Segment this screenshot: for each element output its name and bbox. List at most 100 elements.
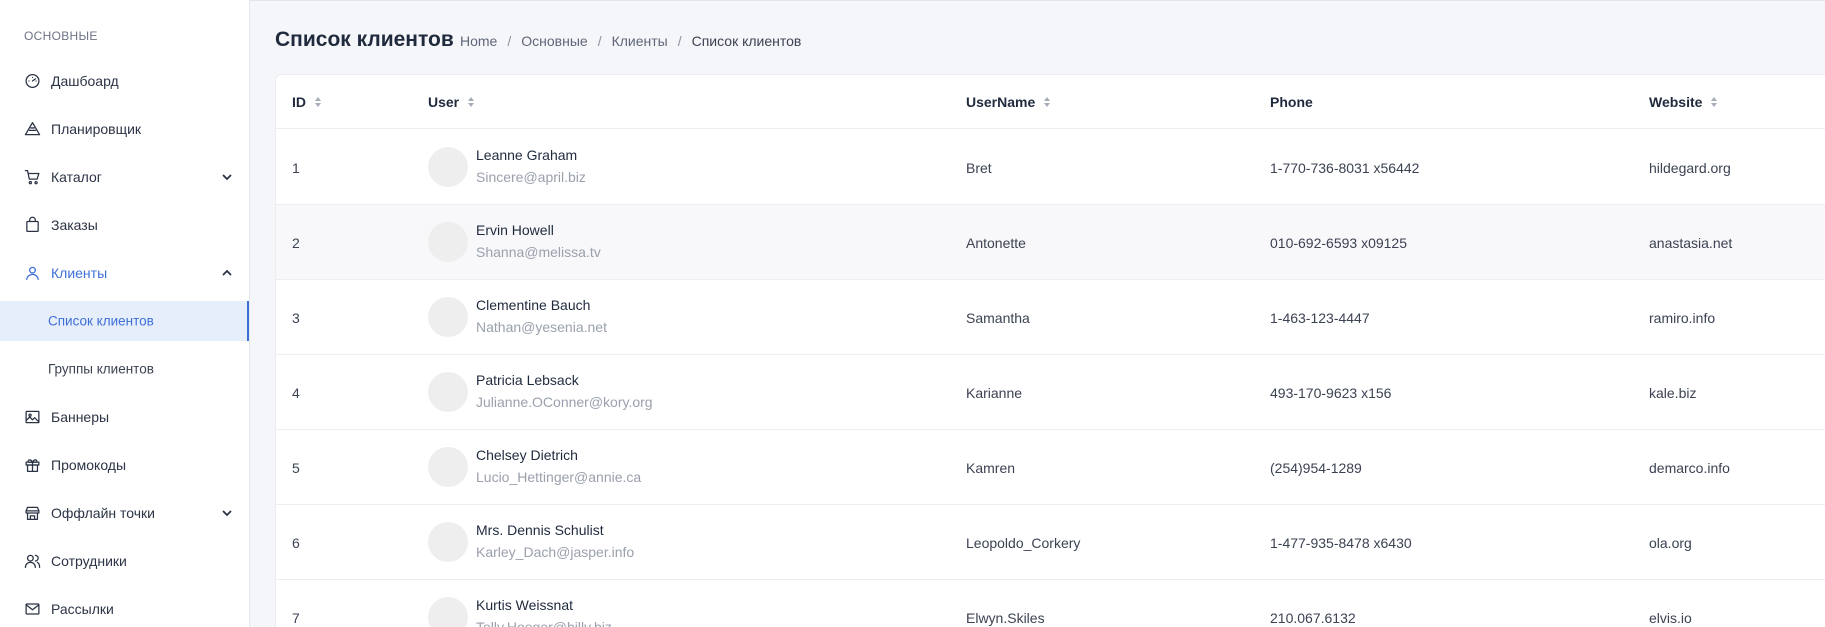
- table-row[interactable]: 5 Chelsey Dietrich Lucio_Hettinger@annie…: [276, 430, 1825, 505]
- column-header-website[interactable]: Website: [1649, 75, 1718, 129]
- gift-icon: [24, 457, 41, 474]
- user-name: Leanne Graham: [476, 147, 578, 163]
- sort-icon: [315, 97, 321, 107]
- column-header-label: Website: [1649, 94, 1703, 110]
- user-email: Shanna@melissa.tv: [476, 244, 601, 260]
- top-divider: [250, 0, 1825, 1]
- sidebar-item-label: Планировщик: [51, 121, 142, 137]
- breadcrumb: Home / Основные / Клиенты / Список клиен…: [460, 33, 801, 49]
- column-header-label: ID: [292, 94, 306, 110]
- table-row[interactable]: 7 Kurtis Weissnat Telly.Hoeger@billy.biz…: [276, 580, 1825, 627]
- avatar: [428, 147, 468, 187]
- sidebar-item-label: Оффлайн точки: [51, 505, 155, 521]
- chevron-down-icon: [221, 507, 233, 519]
- sidebar-item-banners[interactable]: Баннеры: [0, 395, 249, 439]
- clients-table: ID User UserName Phone Website 1 Leanne …: [275, 74, 1825, 627]
- column-header-user[interactable]: User: [428, 75, 475, 129]
- cell-username: Bret: [966, 159, 992, 176]
- cell-username: Samantha: [966, 309, 1030, 326]
- avatar: [428, 222, 468, 262]
- avatar: [428, 372, 468, 412]
- sidebar-item-promocodes[interactable]: Промокоды: [0, 443, 249, 487]
- sidebar-item-label: Клиенты: [51, 265, 108, 281]
- table-row[interactable]: 1 Leanne Graham Sincere@april.biz Bret 1…: [276, 130, 1825, 205]
- user-name: Patricia Lebsack: [476, 372, 579, 388]
- cell-username: Antonette: [966, 234, 1026, 251]
- column-header-label: User: [428, 94, 460, 110]
- user-icon: [24, 265, 41, 282]
- cell-id: 2: [292, 234, 300, 251]
- cell-phone: 1-463-123-4447: [1270, 309, 1370, 326]
- chevron-up-icon: [221, 267, 233, 279]
- sidebar-item-planner[interactable]: Планировщик: [0, 107, 249, 151]
- breadcrumb-separator: /: [677, 33, 682, 49]
- sidebar-item-dashboard[interactable]: Дашбоард: [0, 59, 249, 103]
- cell-id: 6: [292, 534, 300, 551]
- cell-username: Kamren: [966, 459, 1016, 476]
- avatar: [428, 597, 468, 627]
- sidebar-item-catalog[interactable]: Каталог: [0, 155, 249, 199]
- sidebar-item-orders[interactable]: Заказы: [0, 203, 249, 247]
- sidebar-item-offline-stores[interactable]: Оффлайн точки: [0, 491, 249, 535]
- sidebar-item-label: Дашбоард: [51, 73, 119, 89]
- sidebar-item-staff[interactable]: Сотрудники: [0, 539, 249, 583]
- table-row[interactable]: 6 Mrs. Dennis Schulist Karley_Dach@jaspe…: [276, 505, 1825, 580]
- sidebar-item-label: Заказы: [51, 217, 98, 233]
- cell-phone: 010-692-6593 x09125: [1270, 234, 1408, 251]
- sidebar-subitem-client-list[interactable]: Список клиентов: [0, 301, 249, 341]
- cell-website: demarco.info: [1649, 459, 1730, 476]
- user-name: Ervin Howell: [476, 222, 554, 238]
- sidebar-section-title: ОСНОВНЫЕ: [24, 29, 98, 43]
- sidebar-item-clients[interactable]: Клиенты: [0, 251, 249, 295]
- cell-website: ramiro.info: [1649, 309, 1716, 326]
- user-name: Mrs. Dennis Schulist: [476, 522, 604, 538]
- user-email: Julianne.OConner@kory.org: [476, 394, 653, 410]
- sidebar-item-label: Промокоды: [51, 457, 127, 473]
- planner-icon: [24, 121, 41, 138]
- cell-phone: 493-170-9623 x156: [1270, 384, 1392, 401]
- cell-username: Karianne: [966, 384, 1023, 401]
- user-email: Nathan@yesenia.net: [476, 319, 607, 335]
- sort-icon: [1044, 97, 1051, 107]
- cell-website: anastasia.net: [1649, 234, 1733, 251]
- cell-id: 1: [292, 159, 300, 176]
- cell-website: elvis.io: [1649, 609, 1692, 626]
- cell-website: hildegard.org: [1649, 159, 1731, 176]
- cell-username: Elwyn.Skiles: [966, 609, 1045, 626]
- column-header-username[interactable]: UserName: [966, 75, 1051, 129]
- sidebar-subitem-client-groups[interactable]: Группы клиентов: [0, 349, 249, 389]
- chevron-down-icon: [221, 171, 233, 183]
- avatar: [428, 447, 468, 487]
- table-row[interactable]: 2 Ervin Howell Shanna@melissa.tv Antonet…: [276, 205, 1825, 280]
- cell-phone: (254)954-1289: [1270, 459, 1362, 476]
- app-root: ОСНОВНЫЕ Дашбоард Планировщик Каталог За…: [0, 0, 1825, 627]
- sidebar-item-label: Рассылки: [51, 601, 114, 617]
- image-icon: [24, 409, 41, 426]
- shopping-bag-icon: [24, 216, 41, 234]
- breadcrumb-home[interactable]: Home: [460, 33, 497, 49]
- cell-id: 4: [292, 384, 300, 401]
- sidebar: ОСНОВНЫЕ Дашбоард Планировщик Каталог За…: [0, 0, 250, 627]
- cell-id: 3: [292, 309, 300, 326]
- table-row[interactable]: 4 Patricia Lebsack Julianne.OConner@kory…: [276, 355, 1825, 430]
- sidebar-item-mailings[interactable]: Рассылки: [0, 587, 249, 627]
- cell-phone: 210.067.6132: [1270, 609, 1356, 626]
- user-email: Sincere@april.biz: [476, 169, 586, 185]
- cell-website: kale.biz: [1649, 384, 1697, 401]
- avatar: [428, 297, 468, 337]
- sidebar-subitem-label: Список клиентов: [48, 313, 154, 329]
- avatar: [428, 522, 468, 562]
- column-header-id[interactable]: ID: [292, 75, 322, 129]
- table-row[interactable]: 3 Clementine Bauch Nathan@yesenia.net Sa…: [276, 280, 1825, 355]
- column-header-phone: Phone: [1270, 75, 1313, 129]
- user-name: Kurtis Weissnat: [476, 597, 573, 613]
- user-email: Karley_Dach@jasper.info: [476, 544, 635, 560]
- store-icon: [24, 505, 41, 522]
- cell-phone: 1-477-935-8478 x6430: [1270, 534, 1412, 551]
- breadcrumb-clients[interactable]: Клиенты: [612, 33, 668, 49]
- user-email: Telly.Hoeger@billy.biz: [476, 619, 612, 627]
- sort-icon: [1711, 97, 1718, 107]
- sidebar-item-label: Баннеры: [51, 409, 110, 425]
- dashboard-gauge-icon: [24, 73, 41, 90]
- breadcrumb-main[interactable]: Основные: [521, 33, 587, 49]
